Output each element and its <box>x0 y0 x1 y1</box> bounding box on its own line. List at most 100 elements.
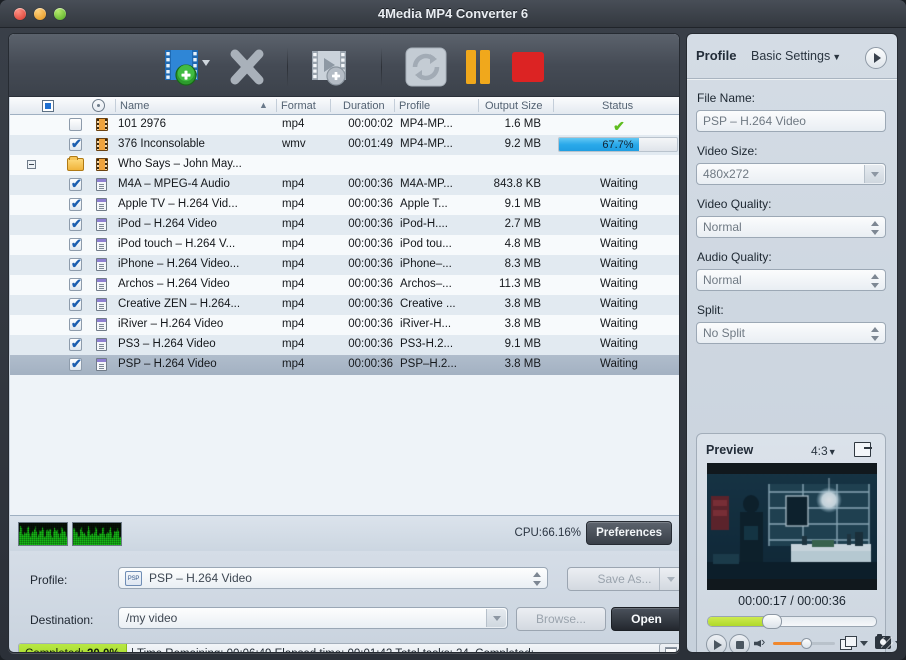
row-checkbox[interactable] <box>69 138 82 151</box>
progress-label: 67.7% <box>559 139 677 151</box>
status-text: Waiting <box>558 318 680 330</box>
speaker-icon[interactable] <box>754 637 769 651</box>
status-completed-badge: Completed: 20.0% <box>19 644 127 653</box>
stop-button[interactable] <box>509 46 549 88</box>
cell-format: mp4 <box>282 178 326 190</box>
seek-slider[interactable] <box>707 616 877 627</box>
column-header-duration[interactable]: Duration <box>343 100 385 112</box>
row-checkbox[interactable] <box>69 178 82 191</box>
preview-title: Preview <box>706 443 753 457</box>
table-row[interactable]: PS3 – H.264 Videomp400:00:36PS3-H.2...9.… <box>10 335 680 355</box>
cell-duration: 00:00:36 <box>335 198 393 210</box>
cell-profile: MP4-MP... <box>400 138 453 150</box>
cell-format: mp4 <box>282 118 326 130</box>
panel-collapse-button[interactable] <box>865 47 887 69</box>
table-row[interactable]: Who Says – John May... <box>10 155 680 175</box>
bottom-form: Profile: PSP PSP – H.264 Video Save As..… <box>10 551 680 653</box>
export-frame-icon[interactable] <box>854 442 871 457</box>
column-header-status[interactable]: Status <box>602 100 633 112</box>
camera-dropdown-caret[interactable] <box>895 641 898 646</box>
file-list-body[interactable]: 101 2976mp400:00:02MP4-MP...1.6 MB✔376 I… <box>10 115 680 515</box>
file-name-field[interactable]: PSP – H.264 Video <box>696 110 886 132</box>
aspect-ratio-dropdown[interactable]: 4:3▼ <box>811 444 837 458</box>
table-row[interactable]: 376 Inconsolablewmv00:01:49MP4-MP...9.2 … <box>10 135 680 155</box>
row-checkbox[interactable] <box>69 318 82 331</box>
table-row[interactable]: Creative ZEN – H.264...mp400:00:36Creati… <box>10 295 680 315</box>
stop-icon <box>509 46 549 88</box>
table-row[interactable]: iPod touch – H.264 V...mp400:00:36iPod t… <box>10 235 680 255</box>
column-header-profile[interactable]: Profile <box>399 100 430 112</box>
basic-settings-dropdown[interactable]: Basic Settings▼ <box>751 49 841 63</box>
row-checkbox[interactable] <box>69 118 82 131</box>
video-quality-field[interactable]: Normal <box>696 216 886 238</box>
table-row[interactable]: iRiver – H.264 Videomp400:00:36iRiver-H.… <box>10 315 680 335</box>
row-checkbox[interactable] <box>69 238 82 251</box>
column-header-name[interactable]: Name <box>120 100 149 112</box>
sort-ascending-icon: ▲ <box>259 100 268 110</box>
row-checkbox[interactable] <box>69 198 82 211</box>
save-as-label: Save As... <box>597 572 651 586</box>
open-button[interactable]: Open <box>611 607 680 631</box>
profile-combobox[interactable]: PSP PSP – H.264 Video <box>118 567 548 589</box>
row-checkbox[interactable] <box>69 358 82 371</box>
status-text: Waiting <box>558 218 680 230</box>
audio-quality-field[interactable]: Normal <box>696 269 886 291</box>
cell-name: iPhone – H.264 Video... <box>118 258 239 270</box>
save-as-button[interactable]: Save As... <box>567 567 680 591</box>
video-quality-stepper[interactable] <box>868 220 882 236</box>
document-icon <box>96 278 107 291</box>
audio-quality-stepper[interactable] <box>868 273 882 289</box>
pause-button[interactable] <box>461 46 497 88</box>
table-row[interactable]: iPod – H.264 Videomp400:00:36iPod-H....2… <box>10 215 680 235</box>
column-header-output-size[interactable]: Output Size <box>485 100 542 112</box>
video-size-field[interactable]: 480x272 <box>696 163 886 185</box>
resize-grip[interactable] <box>881 637 893 649</box>
cell-profile: iPod tou... <box>400 238 452 250</box>
cell-duration: 00:00:36 <box>335 318 393 330</box>
table-row[interactable]: 101 2976mp400:00:02MP4-MP...1.6 MB✔ <box>10 115 680 135</box>
status-log-button[interactable] <box>659 643 680 653</box>
add-clip-icon <box>309 46 363 88</box>
cell-duration: 00:00:36 <box>335 258 393 270</box>
profile-stepper[interactable] <box>530 571 544 587</box>
row-checkbox[interactable] <box>69 218 82 231</box>
row-checkbox[interactable] <box>69 338 82 351</box>
cell-output-size: 3.8 MB <box>465 318 541 330</box>
row-checkbox[interactable] <box>69 298 82 311</box>
convert-button[interactable] <box>403 46 449 88</box>
add-profile-button[interactable] <box>309 46 363 88</box>
expander-toggle[interactable] <box>27 160 36 169</box>
table-row[interactable]: M4A – MPEG-4 Audiomp400:00:36M4A-MP...84… <box>10 175 680 195</box>
play-button[interactable] <box>706 634 727 653</box>
destination-dropdown-button[interactable] <box>486 609 506 627</box>
frames-icon[interactable] <box>840 636 856 650</box>
destination-combobox[interactable]: /my video <box>118 607 508 629</box>
cell-name: PS3 – H.264 Video <box>118 338 216 350</box>
table-row[interactable]: Archos – H.264 Videomp400:00:36Archos–..… <box>10 275 680 295</box>
save-as-dropdown[interactable] <box>659 568 680 590</box>
table-row[interactable]: PSP – H.264 Videomp400:00:36PSP–H.2...3.… <box>10 355 680 375</box>
browse-button[interactable]: Browse... <box>516 607 606 631</box>
seek-knob[interactable] <box>762 614 782 629</box>
volume-knob[interactable] <box>801 638 812 649</box>
cpu-graph-2 <box>72 522 122 546</box>
preferences-button[interactable]: Preferences <box>586 521 672 545</box>
row-checkbox[interactable] <box>69 278 82 291</box>
table-row[interactable]: Apple TV – H.264 Vid...mp400:00:36Apple … <box>10 195 680 215</box>
stop-preview-button[interactable] <box>729 634 750 653</box>
add-file-button[interactable] <box>163 46 215 88</box>
window-title: 4Media MP4 Converter 6 <box>0 6 906 21</box>
folder-icon <box>67 158 84 171</box>
remove-button[interactable] <box>225 46 269 88</box>
video-size-dropdown-button[interactable] <box>864 165 884 183</box>
cell-format: mp4 <box>282 358 326 370</box>
frames-dropdown-caret[interactable] <box>860 641 868 646</box>
split-stepper[interactable] <box>868 326 882 342</box>
audio-quality-label: Audio Quality: <box>697 250 772 264</box>
video-preview[interactable] <box>707 463 877 590</box>
row-checkbox[interactable] <box>69 258 82 271</box>
table-row[interactable]: iPhone – H.264 Video...mp400:00:36iPhone… <box>10 255 680 275</box>
column-header-format[interactable]: Format <box>281 100 316 112</box>
select-all-checkbox[interactable] <box>42 100 54 112</box>
split-field[interactable]: No Split <box>696 322 886 344</box>
